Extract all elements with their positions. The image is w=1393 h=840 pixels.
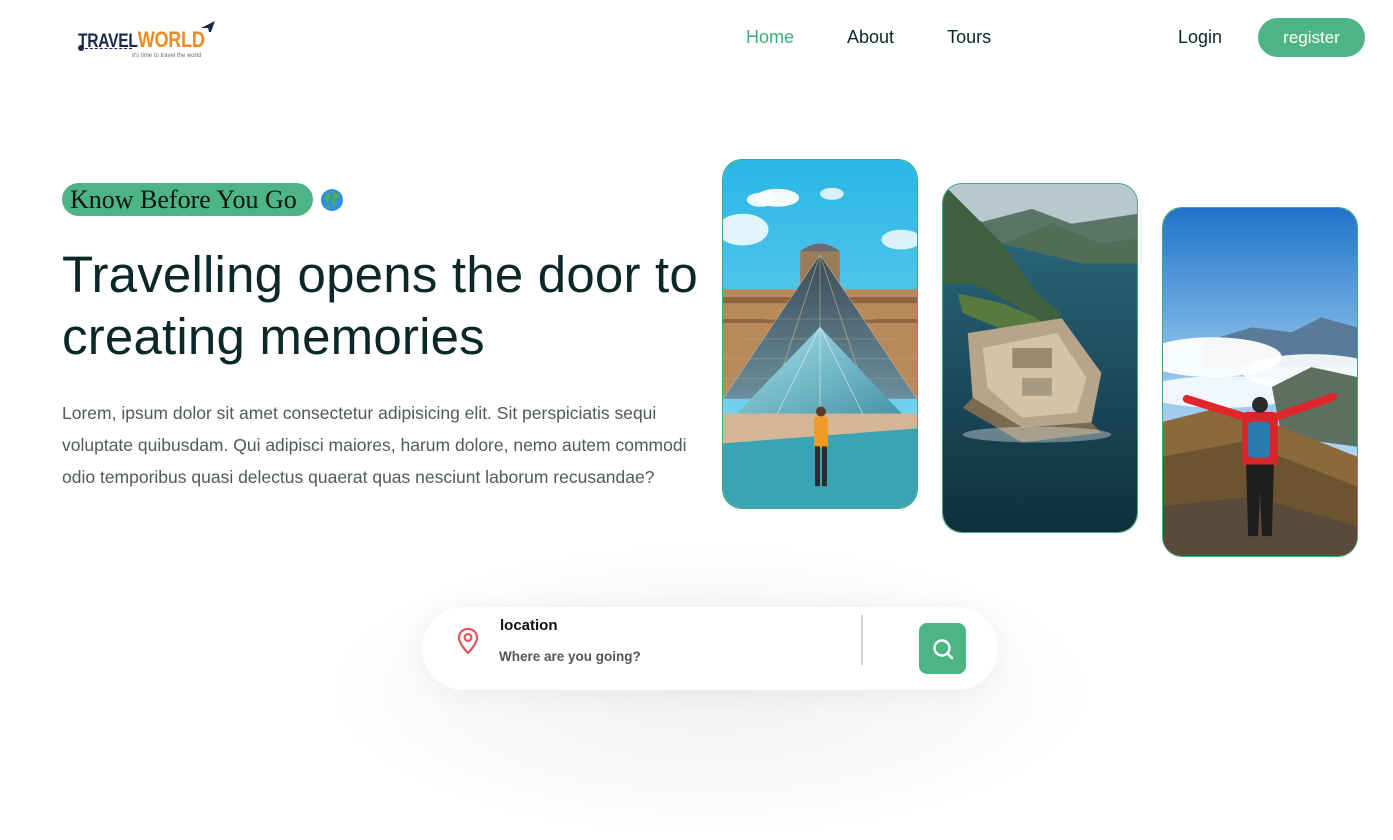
- location-input[interactable]: [499, 645, 839, 667]
- logo-path-line: [80, 48, 132, 52]
- main-nav: Home About Tours: [746, 25, 991, 49]
- coastal-fortress-photo: [942, 183, 1138, 533]
- login-link[interactable]: Login: [1178, 25, 1222, 49]
- map-pin-icon: [457, 627, 479, 655]
- mountain-hiker-photo: [1162, 207, 1358, 557]
- logo-tagline: it's time to travel the world: [132, 53, 202, 59]
- louvre-pyramid-photo: [722, 159, 918, 509]
- nav-home[interactable]: Home: [746, 25, 794, 49]
- location-label: location: [500, 617, 558, 634]
- nav-tours[interactable]: Tours: [947, 25, 991, 49]
- search-icon: [932, 638, 953, 659]
- hero-description: Lorem, ipsum dolor sit amet consectetur …: [62, 403, 687, 487]
- search-button[interactable]: [919, 623, 966, 674]
- airplane-icon: [201, 21, 215, 32]
- logo[interactable]: TRAVELWORLD it's time to travel the worl…: [76, 18, 226, 64]
- search-divider: [861, 615, 863, 665]
- hero-badge-row: Know Before You Go: [62, 183, 344, 216]
- register-button[interactable]: register: [1258, 18, 1365, 57]
- hero-badge: Know Before You Go: [62, 183, 313, 216]
- nav-about[interactable]: About: [847, 25, 894, 49]
- search-shadow: [330, 545, 1090, 835]
- globe-icon: [320, 188, 343, 211]
- hero-title: Travelling opens the door to creating me…: [62, 246, 698, 365]
- search-bar: location: [422, 607, 998, 690]
- logo-brand-part2: WORLD: [137, 27, 205, 52]
- page: TRAVELWORLD it's time to travel the worl…: [0, 0, 1393, 840]
